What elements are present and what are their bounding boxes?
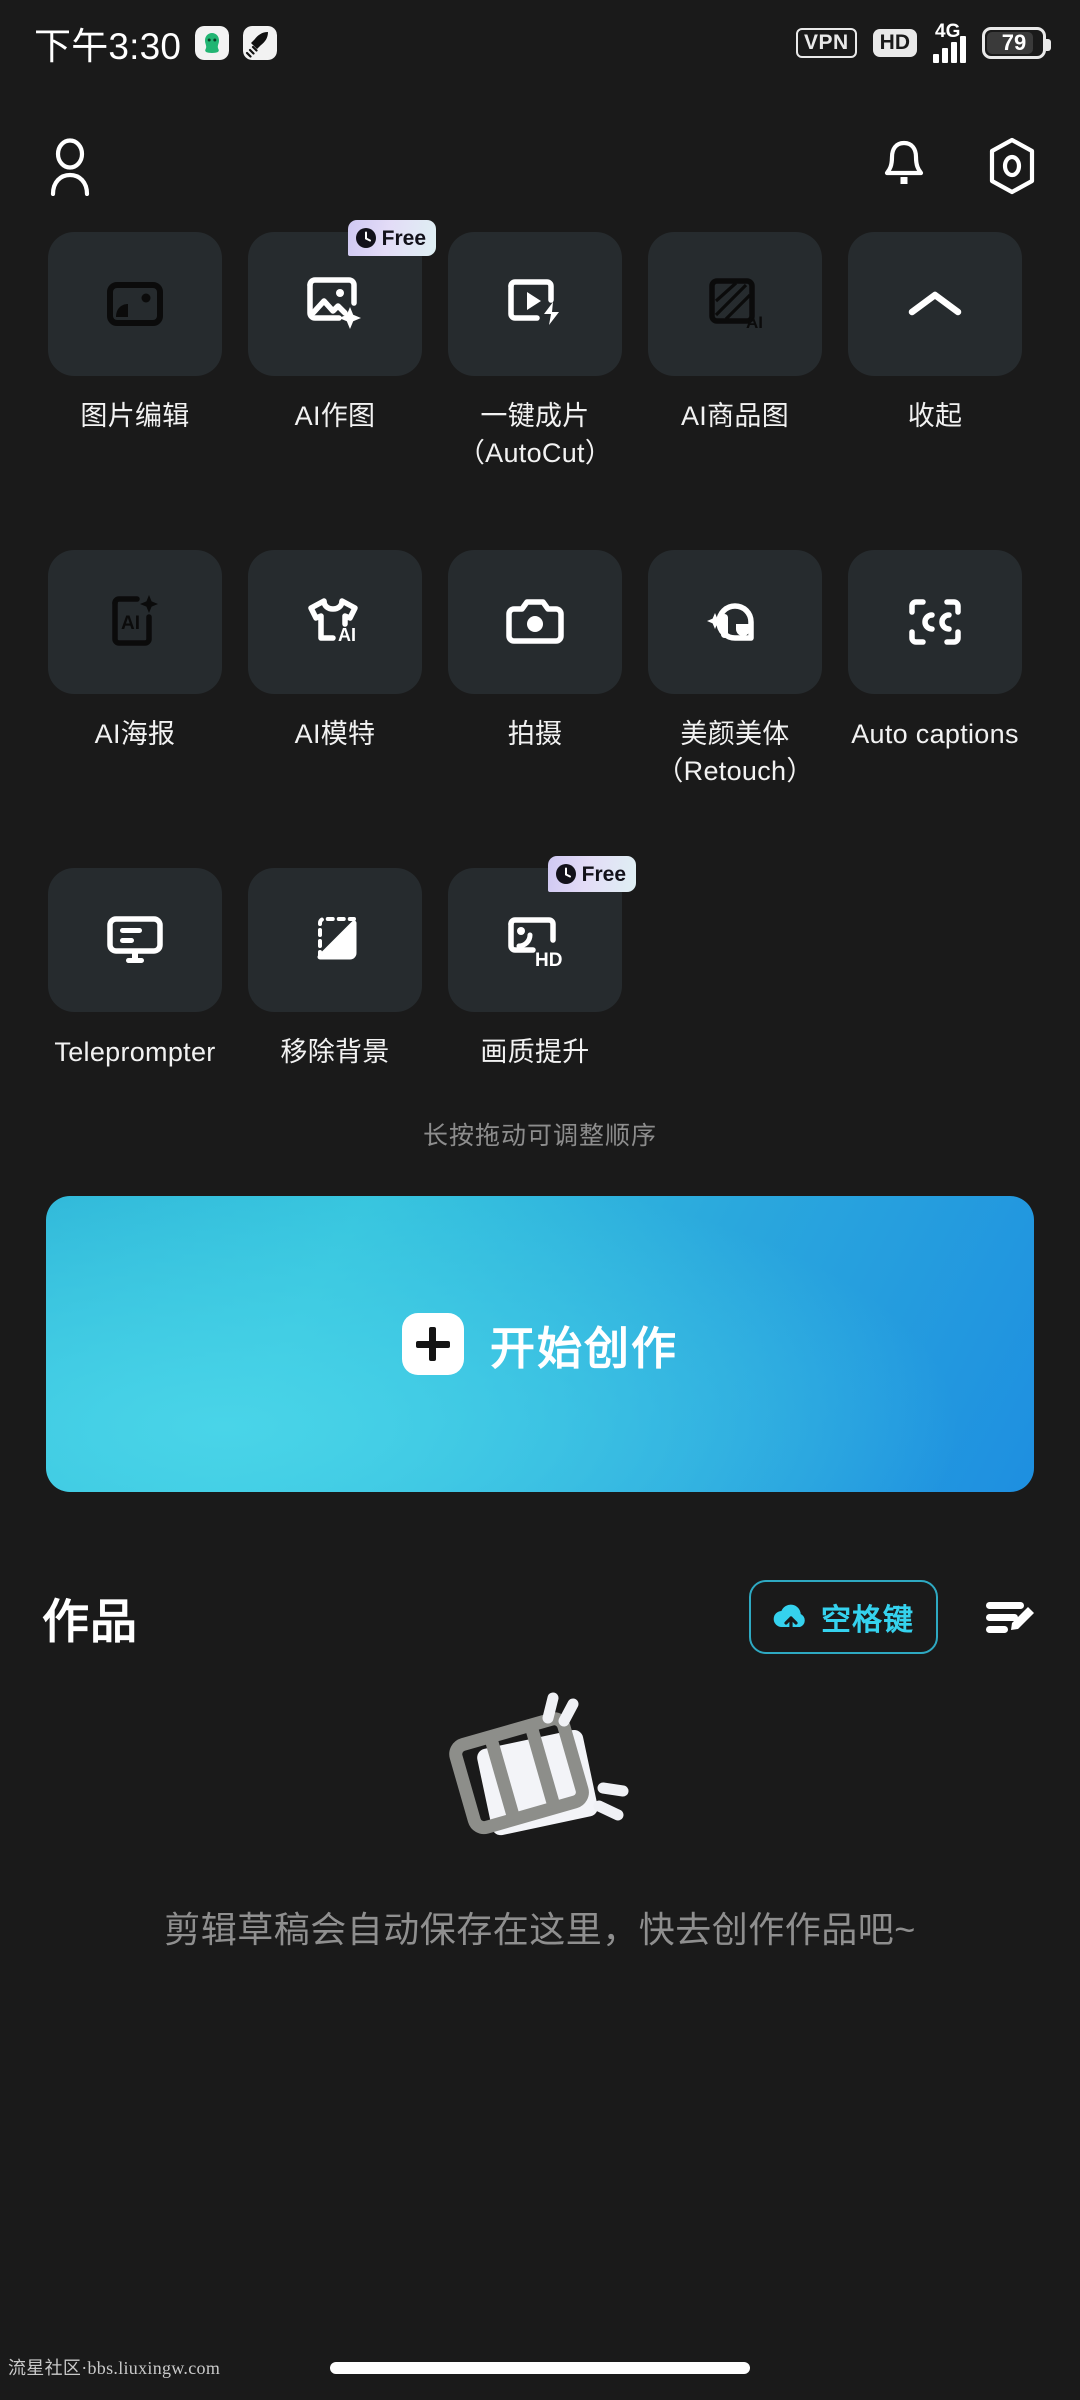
app-header — [0, 112, 1080, 220]
green-ghost-app-icon — [195, 26, 230, 60]
tool-teleprompter[interactable]: Teleprompter — [48, 868, 222, 1071]
svg-text:AI: AI — [338, 625, 356, 645]
tool-label: AI模特 — [294, 719, 376, 749]
tool-label: 图片编辑 — [80, 401, 190, 431]
start-create-label: 开始创作 — [489, 1322, 678, 1374]
tool-tile: Free — [248, 220, 436, 376]
tool-grid: 图片编辑 Free AI作图 一键成片 （AutoCut） AI AI商品图 收… — [0, 220, 1080, 1081]
ai-model-tshirt-icon: AI — [308, 598, 358, 645]
watermark: 流星社区·bbs.liuxingw.com — [8, 2358, 221, 2378]
status-bar-left: 下午3:30 — [34, 16, 278, 70]
tool-label: AI商品图 — [680, 401, 789, 431]
tool-ai-image[interactable]: Free AI作图 — [248, 220, 436, 435]
works-section-header: 作品 空格键 — [0, 1562, 1080, 1672]
free-badge: Free — [347, 220, 436, 256]
ai-poster-icon: AI — [112, 595, 158, 646]
camera-icon — [506, 599, 564, 644]
free-badge: Free — [547, 856, 636, 892]
start-create-button[interactable]: 开始创作 — [46, 1196, 1034, 1492]
tool-hd-enhance[interactable]: Free HD 画质提升 — [448, 856, 636, 1071]
cloud-space-button[interactable]: 空格键 — [749, 1580, 938, 1654]
tool-tile — [48, 232, 222, 376]
status-bar: 下午3:30 VPN HD 4G 79 — [0, 0, 1080, 86]
user-avatar-icon[interactable] — [42, 136, 98, 196]
bell-icon[interactable] — [878, 138, 930, 194]
signal-indicator: 4G — [933, 21, 966, 63]
tool-tile — [248, 868, 422, 1012]
tool-tile: AI — [648, 232, 822, 376]
tool-label: 收起 — [907, 401, 963, 431]
works-title: 作品 — [42, 1594, 138, 1648]
tool-label: 美颜美体 （Retouch） — [656, 719, 814, 786]
battery-percent-label: 79 — [1001, 30, 1027, 55]
tool-image-edit[interactable]: 图片编辑 — [48, 232, 222, 435]
svg-text:AI: AI — [746, 313, 763, 332]
tool-tile: AI — [48, 550, 222, 694]
network-type-label: 4G — [935, 21, 961, 42]
home-indicator[interactable] — [330, 2362, 750, 2374]
clock-icon — [555, 864, 576, 884]
tool-ai-product-image[interactable]: AI AI商品图 — [648, 232, 822, 435]
tool-label: 画质提升 — [480, 1037, 590, 1067]
free-badge-label: Free — [381, 226, 426, 250]
battery-indicator: 79 — [982, 27, 1051, 59]
cloud-upload-icon — [773, 1604, 805, 1633]
tool-auto-captions[interactable]: Auto captions — [848, 550, 1022, 753]
clock-icon — [355, 228, 376, 248]
tool-tile — [648, 550, 822, 694]
tool-tile — [848, 550, 1022, 694]
rocket-app-icon — [243, 26, 278, 60]
tool-tile — [448, 232, 622, 376]
tool-tile — [448, 550, 622, 694]
tool-camera[interactable]: 拍摄 — [448, 550, 622, 753]
status-time: 下午3:30 — [34, 26, 182, 67]
chevron-up-icon — [908, 291, 962, 316]
hd-enhance-icon: HD — [508, 917, 562, 970]
teleprompter-icon — [107, 916, 163, 963]
works-actions: 空格键 — [749, 1580, 1036, 1654]
autocut-icon — [508, 279, 559, 325]
tool-tile: Free HD — [448, 856, 636, 1012]
cloud-space-label: 空格键 — [821, 1604, 914, 1637]
tool-retouch[interactable]: 美颜美体 （Retouch） — [648, 550, 822, 790]
tool-row: AI AI海报 AI AI模特 拍摄 美颜美体 （Retouch） Auto c… — [0, 550, 1080, 790]
svg-text:AI: AI — [121, 613, 140, 634]
film-clip-icon — [449, 1692, 629, 1836]
works-empty-text: 剪辑草稿会自动保存在这里，快去创作作品吧~ — [164, 1909, 916, 1950]
tool-label: Auto captions — [851, 719, 1019, 749]
tool-ai-poster[interactable]: AI AI海报 — [48, 550, 222, 753]
vpn-indicator: VPN — [795, 28, 857, 58]
tool-autocut[interactable]: 一键成片 （AutoCut） — [448, 232, 622, 472]
image-edit-icon — [107, 282, 163, 326]
retouch-icon — [707, 603, 754, 641]
tool-tile — [48, 868, 222, 1012]
header-actions — [878, 137, 1038, 195]
status-bar-right: VPN HD 4G 79 — [795, 21, 1051, 63]
tool-label: 移除背景 — [280, 1037, 390, 1067]
tool-label: Teleprompter — [54, 1037, 216, 1067]
hexagon-settings-icon[interactable] — [986, 137, 1038, 195]
tool-tile — [848, 232, 1022, 376]
reorder-hint: 长按拖动可调整顺序 — [422, 1122, 657, 1150]
works-empty-state: 剪辑草稿会自动保存在这里，快去创作作品吧~ — [0, 1680, 1080, 1961]
tool-ai-model[interactable]: AI AI模特 — [248, 550, 422, 753]
edit-list-icon[interactable] — [982, 1595, 1036, 1639]
tool-label: 一键成片 （AutoCut） — [457, 401, 613, 468]
tool-remove-background[interactable]: 移除背景 — [248, 868, 422, 1071]
tool-collapse[interactable]: 收起 — [848, 232, 1022, 435]
remove-background-icon — [317, 917, 357, 960]
tool-row: Teleprompter 移除背景 Free HD 画质提升 — [0, 856, 1080, 1071]
tool-label: AI海报 — [94, 719, 176, 749]
closed-caption-icon — [909, 599, 961, 645]
plus-icon — [401, 1313, 464, 1375]
ai-image-generate-icon — [307, 277, 361, 329]
free-badge-label: Free — [581, 862, 626, 886]
tool-label: 拍摄 — [507, 719, 563, 749]
ai-product-image-icon: AI — [709, 278, 763, 332]
tool-tile: AI — [248, 550, 422, 694]
tool-label: AI作图 — [294, 401, 376, 431]
hd-indicator: HD — [872, 29, 917, 57]
tool-row: 图片编辑 Free AI作图 一键成片 （AutoCut） AI AI商品图 收… — [0, 220, 1080, 472]
svg-text:HD: HD — [535, 950, 562, 970]
